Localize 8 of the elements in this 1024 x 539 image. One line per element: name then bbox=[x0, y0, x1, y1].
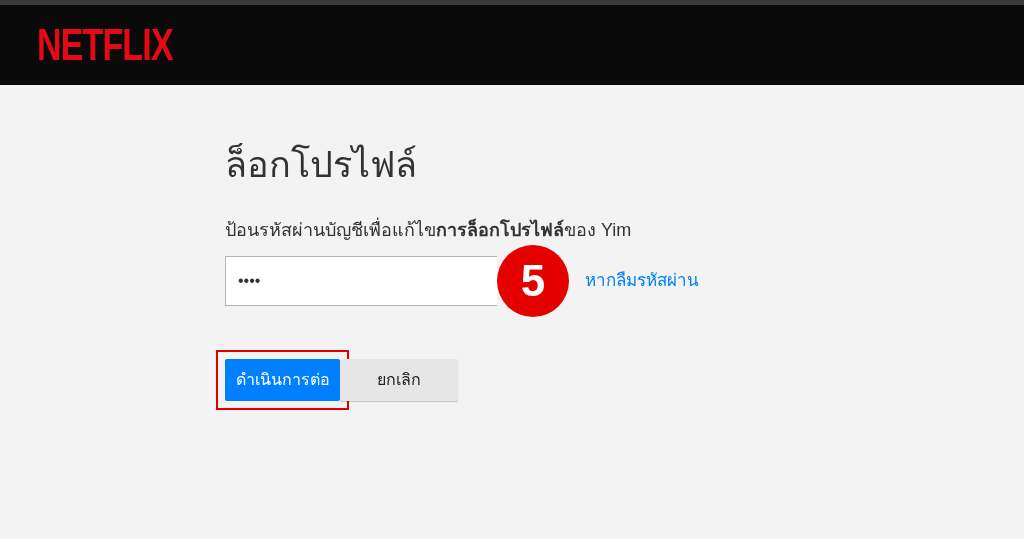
page-title: ล็อกโปรไฟล์ bbox=[225, 143, 417, 187]
cancel-button[interactable]: ยกเลิก bbox=[340, 359, 458, 401]
instruction-text: ป้อนรหัสผ่านบัญชีเพื่อแก้ไขการล็อกโปรไฟล์ของ Yim bbox=[225, 217, 632, 244]
netflix-logo[interactable]: NETFLIX bbox=[37, 23, 173, 67]
continue-button[interactable]: ดำเนินการต่อ bbox=[225, 359, 340, 401]
forgot-password-link[interactable]: หากลืมรหัสผ่าน bbox=[585, 268, 699, 294]
password-field[interactable]: •••• bbox=[225, 256, 497, 306]
step-number-badge: 5 bbox=[497, 245, 569, 317]
